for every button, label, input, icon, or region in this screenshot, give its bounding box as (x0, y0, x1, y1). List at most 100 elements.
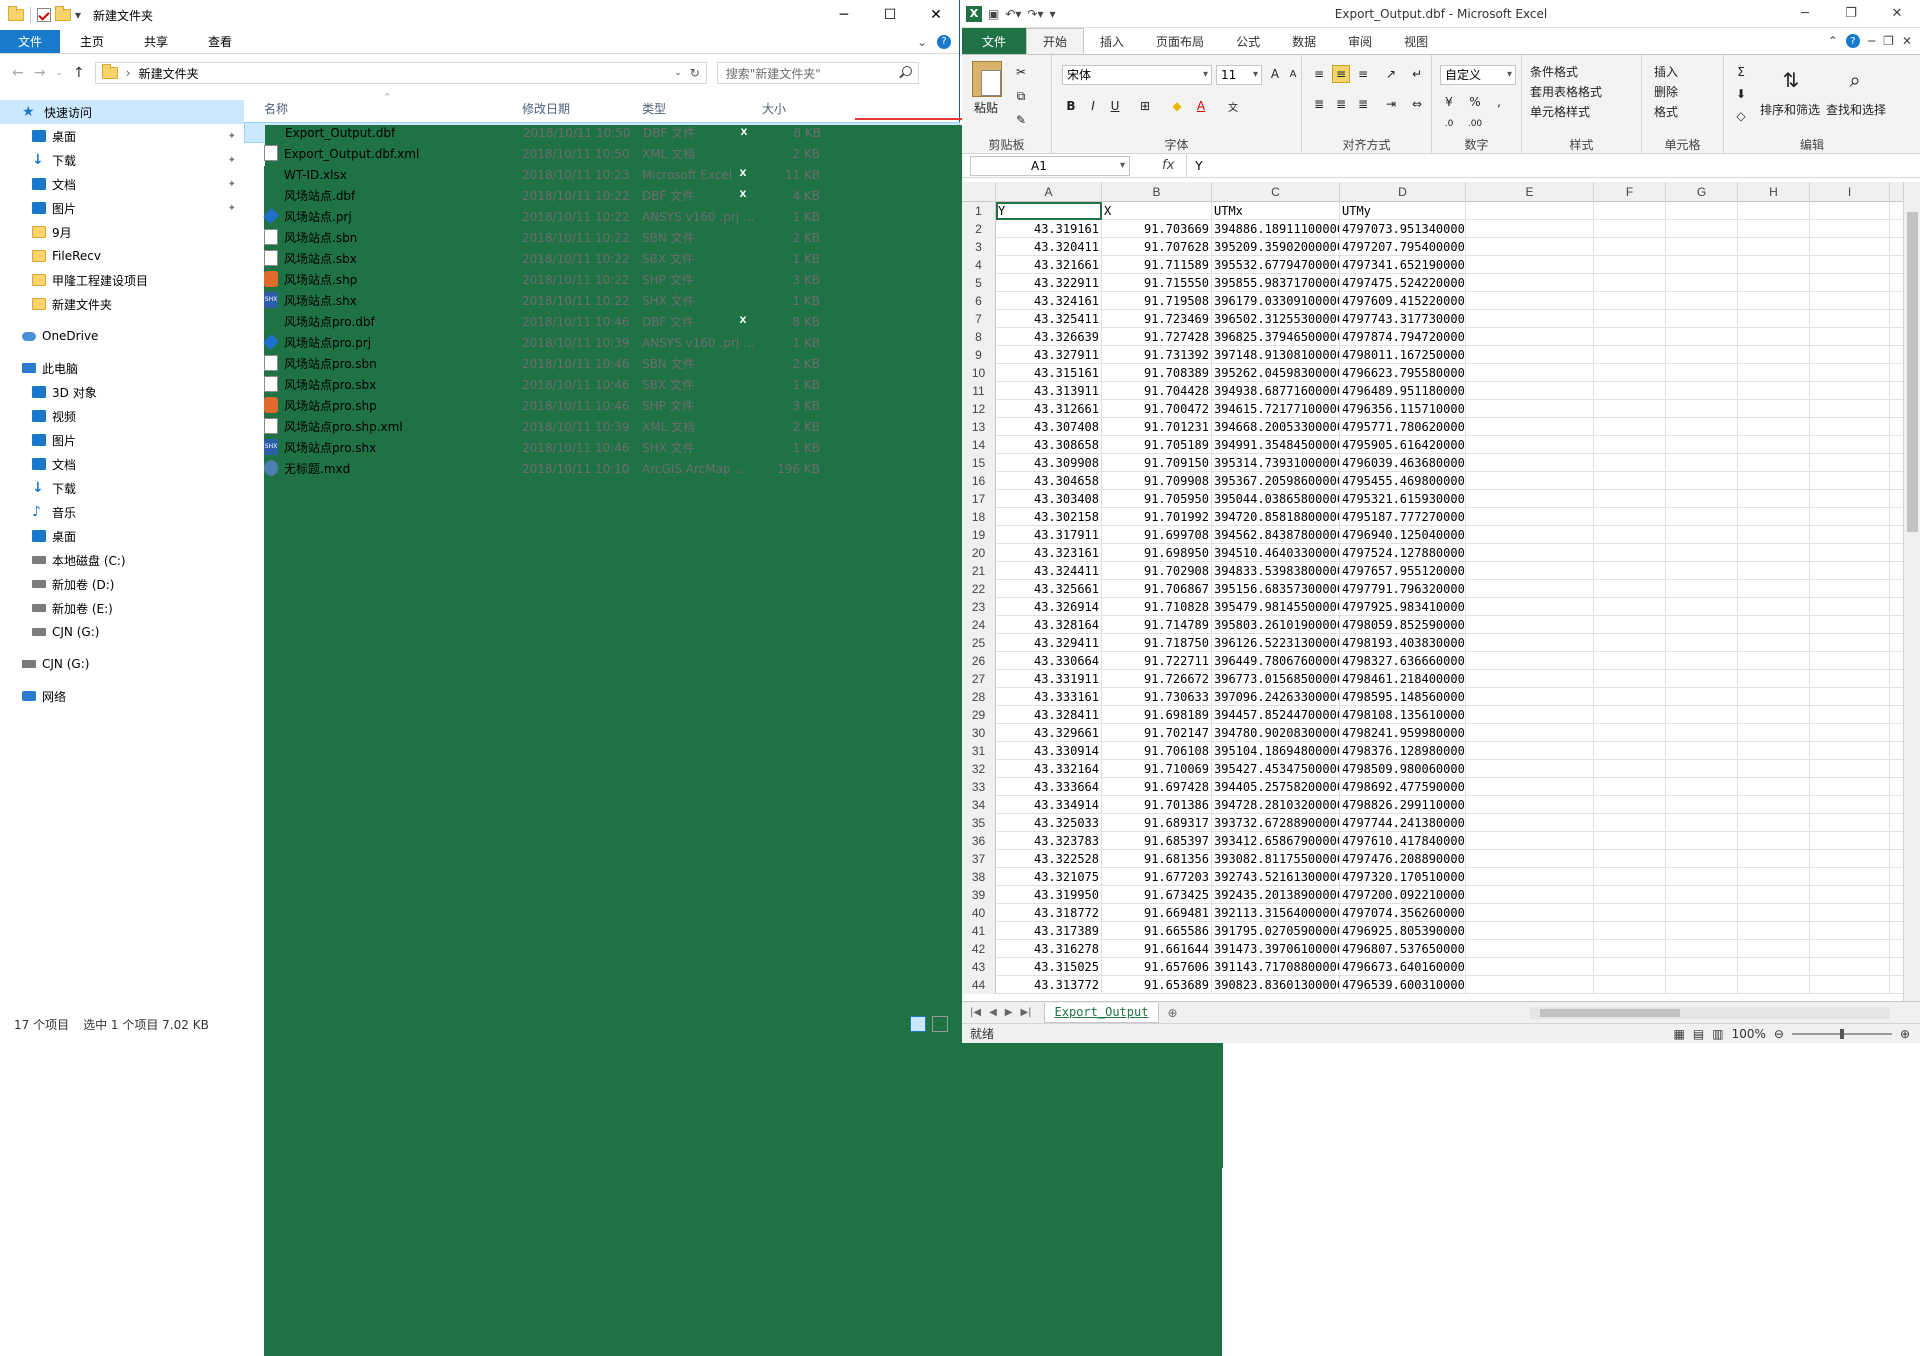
row-number[interactable]: 3 (962, 238, 996, 256)
table-cell[interactable]: 91.718750 (1102, 634, 1212, 652)
nav-item[interactable]: FileRecv (0, 244, 244, 268)
table-cell[interactable]: 43.302158 (996, 508, 1102, 526)
table-cell[interactable] (1594, 346, 1666, 364)
table-cell[interactable]: 394562.84387800000 (1212, 526, 1340, 544)
row-number[interactable]: 22 (962, 580, 996, 598)
nav-item[interactable]: 3D 对象 (0, 380, 244, 404)
nav-item[interactable]: 9月 (0, 220, 244, 244)
tab-page-layout[interactable]: 页面布局 (1140, 28, 1220, 54)
table-cell[interactable]: 4798595.14856000000 (1340, 688, 1466, 706)
table-cell[interactable] (1666, 274, 1738, 292)
table-cell[interactable] (1738, 778, 1810, 796)
table-cell[interactable] (1666, 616, 1738, 634)
file-row[interactable]: SHX 风场站点pro.shx 2018/10/11 10:46 SHX 文件 1 KB (244, 437, 960, 458)
column-header-cell[interactable]: F (1594, 182, 1666, 202)
column-header-cell[interactable]: D (1340, 182, 1466, 202)
table-cell[interactable] (1738, 256, 1810, 274)
table-cell[interactable] (1666, 958, 1738, 976)
percent-icon[interactable]: % (1466, 93, 1484, 111)
table-cell[interactable] (1466, 850, 1594, 868)
table-cell[interactable]: 43.321075 (996, 868, 1102, 886)
table-cell[interactable]: 43.313911 (996, 382, 1102, 400)
table-cell[interactable]: 91.673425 (1102, 886, 1212, 904)
table-cell[interactable] (1738, 598, 1810, 616)
table-cell[interactable] (1666, 292, 1738, 310)
tab-data[interactable]: 数据 (1276, 28, 1332, 54)
table-cell[interactable]: 390823.83601300000 (1212, 976, 1340, 994)
formula-input[interactable]: Y (1186, 153, 1920, 178)
nav-item[interactable]: 视频 (0, 404, 244, 428)
first-sheet-icon[interactable]: |◀ (970, 1007, 981, 1018)
table-cell[interactable] (1810, 760, 1890, 778)
table-cell[interactable] (1466, 400, 1594, 418)
table-cell[interactable]: 4797610.41784000000 (1340, 832, 1466, 850)
table-cell[interactable]: 91.723469 (1102, 310, 1212, 328)
table-cell[interactable]: 396449.78067600000 (1212, 652, 1340, 670)
table-cell[interactable]: 43.312661 (996, 400, 1102, 418)
table-cell[interactable]: 43.330664 (996, 652, 1102, 670)
table-cell[interactable] (1738, 292, 1810, 310)
close-button[interactable]: ✕ (913, 0, 959, 30)
table-cell[interactable] (1594, 580, 1666, 598)
table-cell[interactable] (1594, 472, 1666, 490)
table-cell[interactable]: 91.711589 (1102, 256, 1212, 274)
table-cell[interactable]: 91.705950 (1102, 490, 1212, 508)
row-number[interactable]: 38 (962, 868, 996, 886)
table-cell[interactable]: 4796623.79558000000 (1340, 364, 1466, 382)
table-cell[interactable]: 43.325033 (996, 814, 1102, 832)
table-cell[interactable] (1466, 724, 1594, 742)
table-cell[interactable] (1466, 760, 1594, 778)
fill-icon[interactable]: ⬇ (1732, 85, 1750, 103)
table-cell[interactable] (1738, 832, 1810, 850)
table-cell[interactable]: 394510.46403300000 (1212, 544, 1340, 562)
table-cell[interactable] (1666, 526, 1738, 544)
table-cell[interactable]: 395479.98145500000 (1212, 598, 1340, 616)
file-row[interactable]: 风场站点.sbx 2018/10/11 10:22 SBX 文件 1 KB (244, 248, 960, 269)
table-cell[interactable] (1466, 220, 1594, 238)
table-cell[interactable] (1594, 958, 1666, 976)
table-cell[interactable] (1810, 616, 1890, 634)
table-cell[interactable] (1466, 958, 1594, 976)
table-cell[interactable]: 4796807.53765000000 (1340, 940, 1466, 958)
table-cell[interactable] (1594, 814, 1666, 832)
table-cell[interactable] (1666, 940, 1738, 958)
table-cell[interactable] (1738, 508, 1810, 526)
table-cell[interactable] (1666, 778, 1738, 796)
row-number[interactable]: 35 (962, 814, 996, 832)
table-cell[interactable] (1666, 670, 1738, 688)
tab-file[interactable]: 文件 (962, 28, 1027, 54)
table-cell[interactable] (1738, 364, 1810, 382)
conditional-format-button[interactable]: 条件格式 (1530, 63, 1578, 80)
table-cell[interactable]: 91.726672 (1102, 670, 1212, 688)
search-input[interactable]: 搜索"新建文件夹" (716, 62, 919, 84)
nav-item[interactable]: ↓ 下载 ✦ (0, 148, 244, 172)
table-cell[interactable]: 91.697428 (1102, 778, 1212, 796)
table-cell[interactable] (1810, 220, 1890, 238)
table-cell[interactable]: 91.665586 (1102, 922, 1212, 940)
table-cell[interactable]: 394615.72177100000 (1212, 400, 1340, 418)
table-cell[interactable]: 394938.68771600000 (1212, 382, 1340, 400)
restore-workbook-icon[interactable]: ❐ (1883, 34, 1894, 48)
decrease-font-icon[interactable]: A (1284, 65, 1302, 83)
table-cell[interactable]: 395314.73931000000 (1212, 454, 1340, 472)
page-layout-view-icon[interactable]: ▤ (1693, 1027, 1704, 1041)
table-cell[interactable] (1666, 760, 1738, 778)
autosum-icon[interactable]: Σ (1732, 63, 1750, 81)
table-cell[interactable] (1666, 868, 1738, 886)
table-cell[interactable] (1666, 202, 1738, 220)
table-cell[interactable]: 91.714789 (1102, 616, 1212, 634)
row-number[interactable]: 34 (962, 796, 996, 814)
table-cell[interactable] (1666, 706, 1738, 724)
new-folder-icon[interactable] (55, 6, 71, 21)
column-date[interactable]: 修改日期 (522, 100, 570, 117)
table-cell[interactable] (1738, 490, 1810, 508)
table-cell[interactable]: 91.669481 (1102, 904, 1212, 922)
table-cell[interactable] (1666, 418, 1738, 436)
table-cell[interactable] (1466, 616, 1594, 634)
table-cell[interactable]: 394668.20053300000 (1212, 418, 1340, 436)
table-cell[interactable] (1738, 382, 1810, 400)
column-header-cell[interactable]: H (1738, 182, 1810, 202)
recent-locations-button[interactable]: ⌄ (55, 68, 63, 78)
table-cell[interactable]: 394780.90208300000 (1212, 724, 1340, 742)
table-cell[interactable]: 4796539.60031000000 (1340, 976, 1466, 994)
